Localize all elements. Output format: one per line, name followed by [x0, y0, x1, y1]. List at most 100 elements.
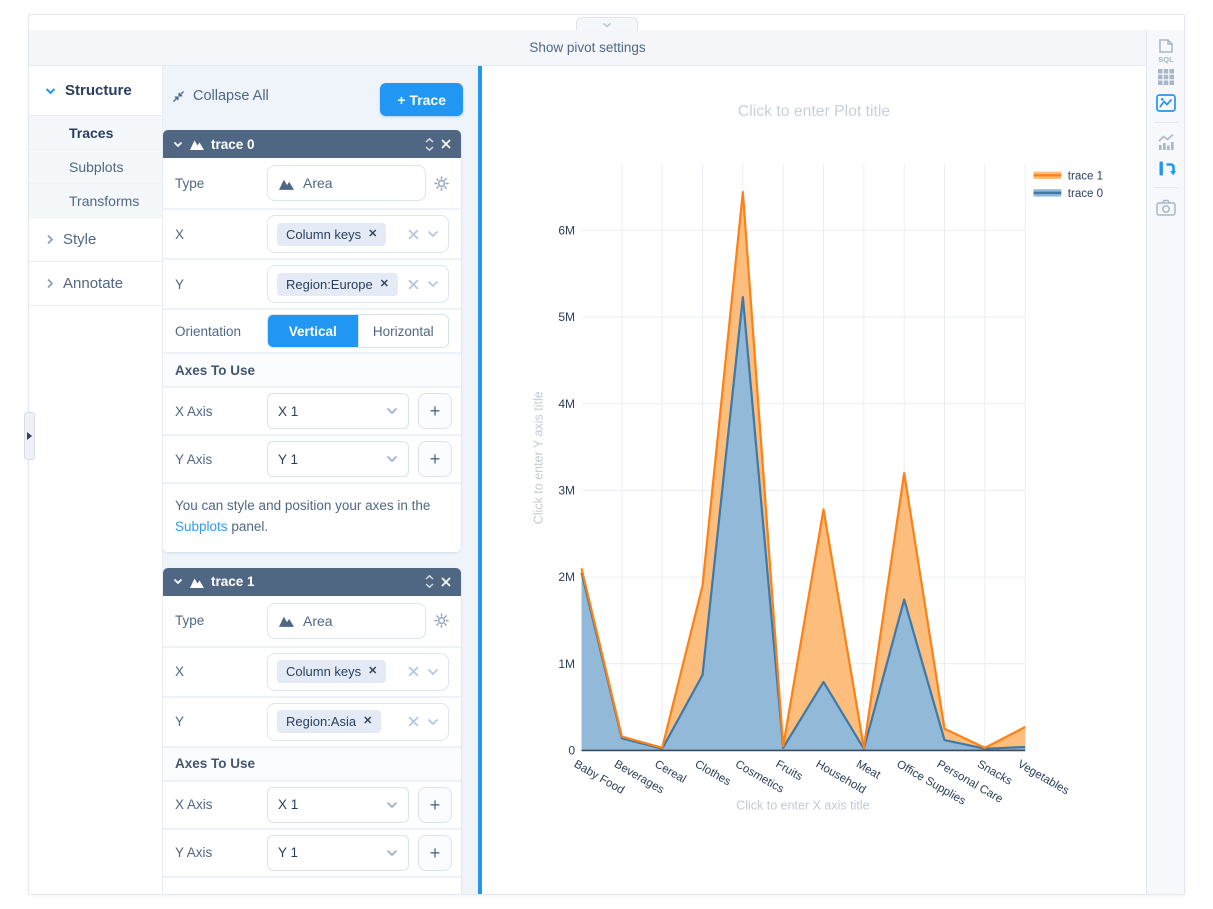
clear-icon[interactable]: [408, 666, 419, 677]
chip-label: Region:Asia: [286, 714, 356, 729]
orientation-row: Orientation Vertical Horizontal: [163, 310, 461, 354]
x-data-select[interactable]: Column keys ✕: [267, 215, 449, 253]
y-axis-row: Y Axis Y 1 +: [163, 436, 461, 484]
y-axis-select[interactable]: Y 1: [267, 835, 409, 871]
trace-type-value: Area: [303, 175, 333, 191]
traces-panel: Collapse All + Trace trace 0 Type: [163, 66, 478, 894]
gear-icon[interactable]: [434, 613, 449, 628]
y-data-select[interactable]: Region:Europe ✕: [267, 265, 449, 303]
sidebar-item-annotate[interactable]: Annotate: [29, 262, 162, 306]
data-grid-icon[interactable]: [1147, 64, 1185, 90]
remove-chip-icon[interactable]: ✕: [368, 229, 377, 240]
trace-type-select[interactable]: Area: [267, 603, 426, 639]
sidebar-item-label: Subplots: [69, 159, 123, 175]
x-axis-select[interactable]: X 1: [267, 787, 409, 823]
clear-icon[interactable]: [408, 279, 419, 290]
trace-fold-0: trace 0 Type Area: [163, 130, 461, 552]
type-label: Type: [175, 176, 267, 191]
y-axis-title-placeholder[interactable]: Click to enter Y axis title: [532, 391, 546, 524]
add-trace-button[interactable]: + Trace: [380, 83, 463, 116]
sidebar-item-traces[interactable]: Traces: [29, 116, 162, 150]
chevron-right-icon: [46, 234, 54, 245]
chevron-down-icon[interactable]: [427, 280, 439, 288]
sql-file-icon[interactable]: SQL: [1147, 38, 1185, 64]
sidebar-item-structure[interactable]: Structure: [29, 66, 162, 116]
x-axis-select[interactable]: X 1: [267, 393, 409, 429]
reorder-trace-icon[interactable]: [425, 138, 434, 151]
remove-chip-icon[interactable]: ✕: [380, 279, 389, 290]
gear-icon[interactable]: [434, 176, 449, 191]
chip-label: Column keys: [286, 227, 361, 242]
area-chart[interactable]: 01M2M3M4M5M6MBaby FoodBeveragesCerealClo…: [482, 66, 1146, 894]
add-x-axis-button[interactable]: +: [418, 787, 452, 823]
y-tick-label: 0: [568, 744, 575, 758]
collapse-all-button[interactable]: Collapse All: [171, 88, 269, 104]
type-label: Type: [175, 613, 267, 628]
clear-icon[interactable]: [408, 716, 419, 727]
plot-title-placeholder[interactable]: Click to enter Plot title: [738, 103, 890, 120]
x-data-select[interactable]: Column keys ✕: [267, 653, 449, 691]
y-axis-select[interactable]: Y 1: [267, 441, 409, 477]
chevron-down-icon[interactable]: [427, 230, 439, 238]
sidebar-item-subplots[interactable]: Subplots: [29, 150, 162, 184]
orientation-horizontal-button[interactable]: Horizontal: [358, 315, 449, 347]
chevron-down-icon[interactable]: [427, 668, 439, 676]
chevron-down-icon: [386, 455, 398, 463]
y-axis-row: Y Axis Y 1 +: [163, 830, 461, 878]
orientation-vertical-button[interactable]: Vertical: [268, 315, 358, 347]
chevron-down-icon: [602, 22, 612, 28]
y-tick-label: 2M: [558, 570, 575, 584]
select-value: Y 1: [278, 845, 298, 860]
trace-0-header[interactable]: trace 0: [163, 130, 461, 158]
sidebar-item-transforms[interactable]: Transforms: [29, 184, 162, 218]
subplots-link[interactable]: Subplots: [175, 519, 228, 534]
collapse-diagonal-icon: [171, 89, 186, 104]
close-icon[interactable]: [441, 577, 451, 587]
chart-image-icon[interactable]: [1147, 90, 1185, 116]
clear-icon[interactable]: [408, 229, 419, 240]
data-chip: Column keys ✕: [277, 223, 386, 246]
x-tick-label: Office Supplies: [894, 758, 967, 807]
trace-1-header[interactable]: trace 1: [163, 568, 461, 596]
add-y-axis-button[interactable]: +: [418, 441, 452, 477]
trace-title: trace 1: [211, 574, 418, 589]
pivot-flow-icon[interactable]: [1147, 155, 1185, 181]
plot-area[interactable]: 01M2M3M4M5M6MBaby FoodBeveragesCerealClo…: [482, 66, 1146, 894]
add-x-axis-button[interactable]: +: [418, 393, 452, 429]
area-trace-icon: [190, 138, 204, 150]
pivot-drawer-tab[interactable]: [576, 17, 638, 31]
x-axis-title-placeholder[interactable]: Click to enter X axis title: [736, 799, 869, 813]
type-row: Type Area: [163, 158, 461, 210]
camera-icon[interactable]: [1147, 194, 1185, 220]
expand-left-drawer-handle[interactable]: [24, 412, 35, 460]
remove-chip-icon[interactable]: ✕: [368, 666, 377, 677]
remove-chip-icon[interactable]: ✕: [363, 716, 372, 727]
area-trace-icon: [279, 614, 294, 627]
x-label: X: [175, 227, 267, 242]
area-trace-icon: [190, 576, 204, 588]
x-row: X Column keys ✕: [163, 648, 461, 698]
show-pivot-settings-link[interactable]: Show pivot settings: [529, 40, 645, 55]
area-fill-trace-1[interactable]: [582, 192, 1026, 750]
chevron-right-icon: [46, 278, 54, 289]
reorder-trace-icon[interactable]: [425, 575, 434, 588]
add-y-axis-button[interactable]: +: [418, 835, 452, 871]
sidebar-item-label: Transforms: [69, 193, 139, 209]
y-axis-label: Y Axis: [175, 845, 267, 860]
y-axis-label: Y Axis: [175, 452, 267, 467]
select-value: X 1: [278, 404, 298, 419]
x-axis-row: X Axis X 1 +: [163, 782, 461, 830]
chart-analytics-icon[interactable]: [1147, 129, 1185, 155]
y-data-select[interactable]: Region:Asia ✕: [267, 703, 449, 741]
sidebar-item-label: Traces: [69, 125, 113, 141]
sidebar-item-style[interactable]: Style: [29, 218, 162, 262]
orientation-toggle: Vertical Horizontal: [267, 314, 449, 348]
x-axis-label: X Axis: [175, 404, 267, 419]
x-row: X Column keys ✕: [163, 210, 461, 260]
chevron-down-icon: [173, 578, 183, 585]
close-icon[interactable]: [441, 139, 451, 149]
trace-type-select[interactable]: Area: [267, 165, 426, 201]
chevron-down-icon[interactable]: [427, 718, 439, 726]
legend-label[interactable]: trace 0: [1068, 188, 1103, 200]
legend-label[interactable]: trace 1: [1068, 170, 1103, 182]
